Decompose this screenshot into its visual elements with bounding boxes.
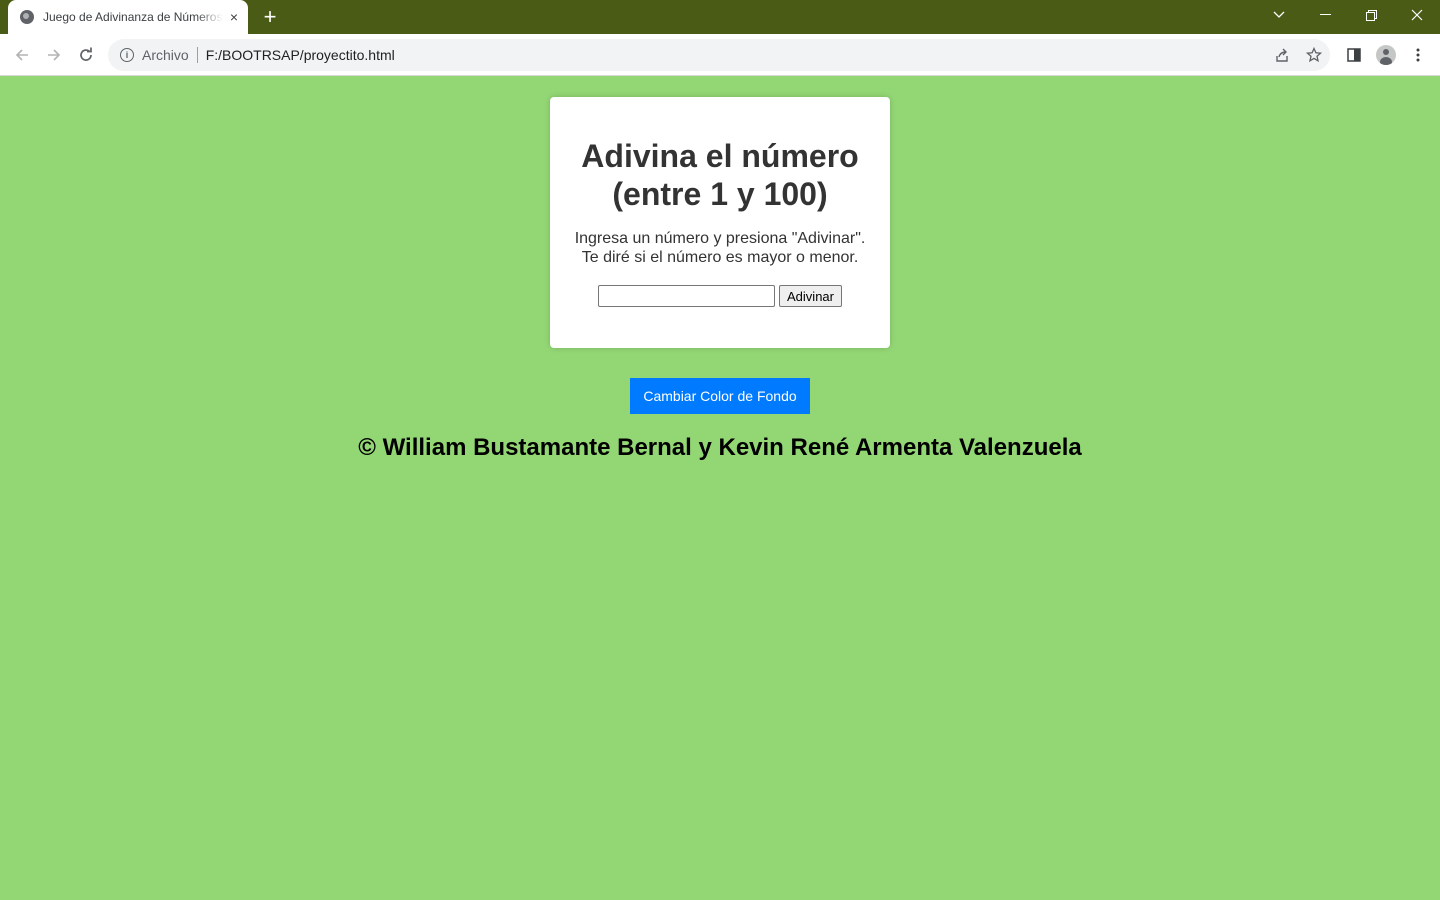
page-viewport: Adivina el número (entre 1 y 100) Ingres…: [0, 77, 1440, 900]
change-background-color-button[interactable]: Cambiar Color de Fondo: [630, 378, 810, 414]
browser-titlebar: Juego de Adivinanza de Números × +: [0, 0, 1440, 34]
globe-icon: [20, 10, 34, 24]
avatar: [1376, 45, 1396, 65]
credits-text: © William Bustamante Bernal y Kevin René…: [358, 434, 1082, 461]
share-icon[interactable]: [1268, 39, 1296, 71]
game-card: Adivina el número (entre 1 y 100) Ingres…: [550, 97, 890, 348]
menu-dots-icon[interactable]: [1405, 42, 1431, 68]
close-window-icon[interactable]: [1394, 0, 1440, 30]
new-tab-button[interactable]: +: [258, 5, 282, 29]
address-separator: [196, 47, 198, 63]
restore-icon[interactable]: [1348, 0, 1394, 30]
reload-icon[interactable]: [73, 42, 99, 68]
guess-button[interactable]: Adivinar: [779, 285, 842, 307]
tab-close-button[interactable]: ×: [230, 10, 238, 24]
tab-search-icon[interactable]: [1256, 0, 1302, 30]
game-title-line1: Adivina el número: [581, 138, 859, 174]
info-icon[interactable]: i: [120, 48, 134, 62]
address-bar[interactable]: i Archivo F:/BOOTRSAP/proyectito.html: [108, 39, 1330, 71]
tab-title: Juego de Adivinanza de Números: [43, 10, 223, 24]
bookmark-star-icon[interactable]: [1300, 39, 1328, 71]
side-panel-icon[interactable]: [1341, 42, 1367, 68]
profile-avatar-icon[interactable]: [1373, 42, 1399, 68]
game-title-line2: (entre 1 y 100): [612, 176, 828, 212]
back-arrow-icon[interactable]: [9, 42, 35, 68]
security-label: Archivo: [142, 47, 189, 63]
forward-arrow-icon[interactable]: [41, 42, 67, 68]
url-text[interactable]: F:/BOOTRSAP/proyectito.html: [206, 47, 395, 63]
guess-form: Adivinar: [568, 285, 872, 307]
browser-toolbar: i Archivo F:/BOOTRSAP/proyectito.html: [0, 34, 1440, 76]
game-instructions: Ingresa un número y presiona "Adivinar".…: [574, 230, 866, 266]
guess-input[interactable]: [598, 285, 776, 307]
game-title: Adivina el número (entre 1 y 100): [568, 137, 872, 213]
browser-tab[interactable]: Juego de Adivinanza de Números ×: [8, 0, 248, 34]
minimize-icon[interactable]: [1302, 0, 1348, 30]
